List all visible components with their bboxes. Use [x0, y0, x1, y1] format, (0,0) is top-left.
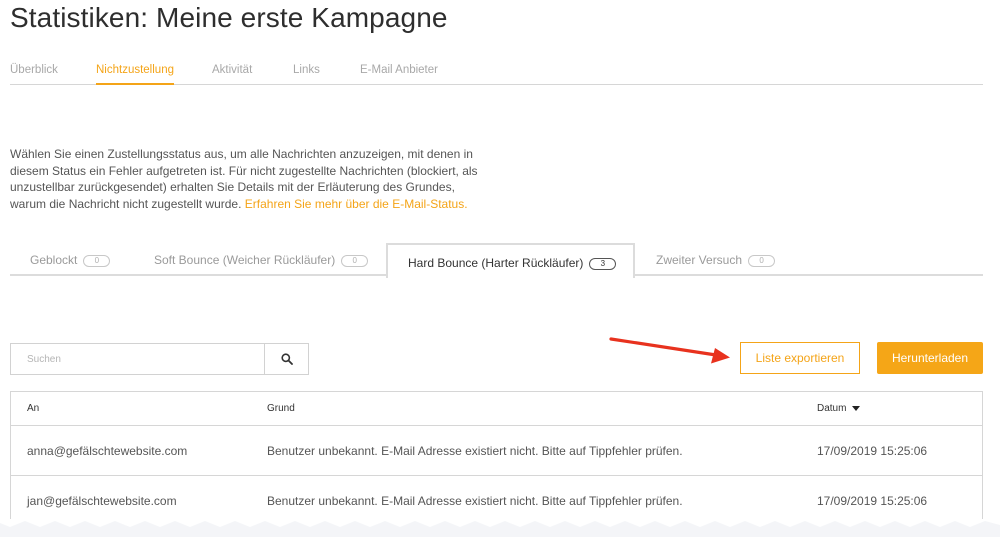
- count-badge: 0: [748, 255, 776, 267]
- torn-edge: [0, 519, 1000, 537]
- table-header-row: An Grund Datum: [11, 392, 982, 426]
- email-status-link[interactable]: Erfahren Sie mehr über die E-Mail-Status…: [245, 197, 468, 211]
- status-tab-label: Geblockt: [30, 253, 78, 267]
- tab-links[interactable]: Links: [293, 64, 320, 85]
- bounce-table: An Grund Datum anna@gefälschtewebsite.co…: [10, 391, 983, 526]
- sort-desc-icon[interactable]: [852, 406, 861, 411]
- recipient-email: anna@gefälschtewebsite.com: [27, 443, 188, 458]
- column-header-reason: Grund: [267, 403, 295, 414]
- nav-tabs: Überblick Nichtzustellung Aktivität Link…: [10, 64, 983, 85]
- tab-overview[interactable]: Überblick: [10, 64, 58, 85]
- status-tab-hard-bounce[interactable]: Hard Bounce (Harter Rückläufer) 3: [386, 243, 635, 278]
- column-header-date[interactable]: Datum: [817, 392, 861, 425]
- tab-email-providers[interactable]: E-Mail Anbieter: [360, 64, 438, 85]
- page-title: Statistiken: Meine erste Kampagne: [10, 2, 448, 33]
- download-button[interactable]: Herunterladen: [877, 342, 983, 374]
- status-tab-label: Soft Bounce (Weicher Rückläufer): [154, 253, 336, 267]
- status-tab-second-attempt[interactable]: Zweiter Versuch 0: [656, 243, 776, 276]
- tab-activity[interactable]: Aktivität: [212, 64, 252, 85]
- status-tabs: Geblockt 0 Soft Bounce (Weicher Rückläufe…: [10, 243, 983, 278]
- status-tab-soft-bounce[interactable]: Soft Bounce (Weicher Rückläufer) 0: [154, 243, 369, 276]
- red-arrow-icon: [609, 337, 730, 364]
- bounce-reason: Benutzer unbekannt. E-Mail Adresse exist…: [267, 443, 683, 458]
- status-tab-blocked[interactable]: Geblockt 0: [30, 243, 111, 276]
- recipient-email: jan@gefälschtewebsite.com: [27, 493, 177, 508]
- intro-text: Wählen Sie einen Zustellungsstatus aus, …: [10, 146, 480, 212]
- search-box: [10, 343, 309, 375]
- count-badge: 0: [341, 255, 369, 267]
- status-tab-label: Zweiter Versuch: [656, 253, 743, 267]
- bounce-date: 17/09/2019 15:25:06: [817, 493, 928, 508]
- export-list-button[interactable]: Liste exportieren: [740, 342, 860, 374]
- search-icon: [280, 353, 293, 365]
- column-header-date-label: Datum: [817, 403, 847, 414]
- count-badge: 3: [589, 258, 617, 270]
- tab-non-delivery[interactable]: Nichtzustellung: [96, 64, 174, 85]
- search-button[interactable]: [264, 344, 308, 374]
- table-row: anna@gefälschtewebsite.com Benutzer unbe…: [11, 426, 982, 476]
- torn-edge-shape: [0, 519, 1000, 527]
- bounce-date: 17/09/2019 15:25:06: [817, 443, 928, 458]
- search-input[interactable]: [11, 344, 264, 374]
- bounce-reason: Benutzer unbekannt. E-Mail Adresse exist…: [267, 493, 683, 508]
- count-badge: 0: [83, 255, 111, 267]
- column-header-to: An: [27, 403, 40, 414]
- status-tab-label: Hard Bounce (Harter Rückläufer): [408, 256, 584, 270]
